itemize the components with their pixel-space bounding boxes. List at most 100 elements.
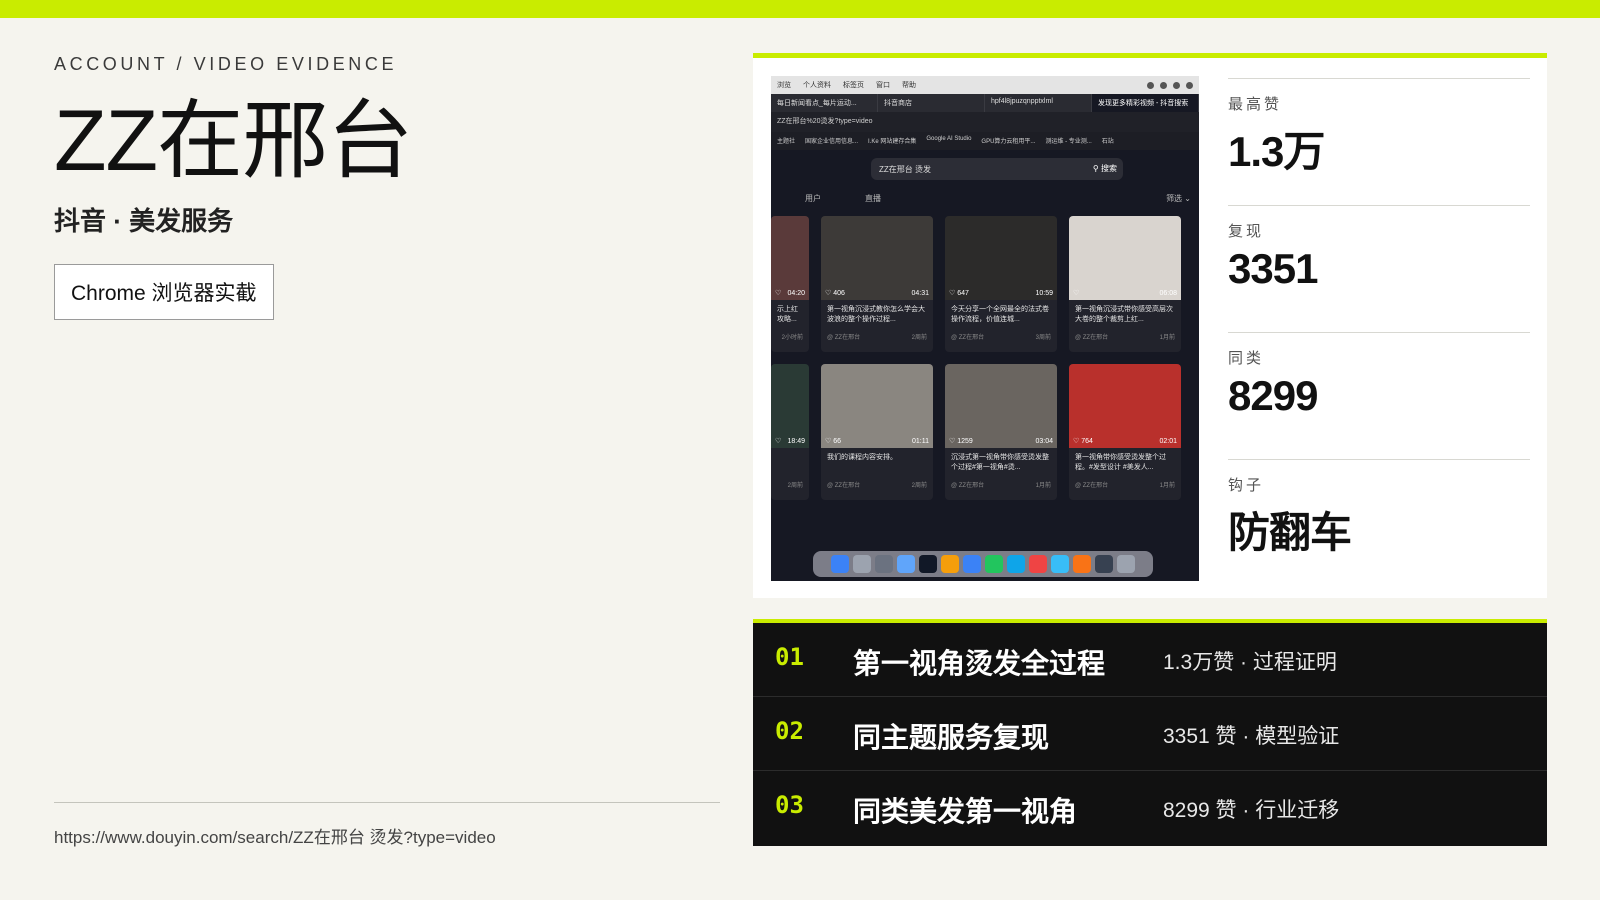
video-meta: @ ZZ在邢台 3周前 <box>945 330 1057 343</box>
dock-app-icon <box>963 555 981 573</box>
row-note: 1.3万赞 · 过程证明 <box>1163 651 1337 674</box>
row-number: 02 <box>775 717 804 745</box>
video-author: @ ZZ在邢台 <box>951 335 985 341</box>
dock-app-icon <box>941 555 959 573</box>
dock-app-icon <box>831 555 849 573</box>
video-card: ♡ 06:08 第一视角沉浸式带你感受高层次大卷的整个裁剪上红... @ ZZ在邢台… <box>1069 216 1181 352</box>
search-button: ⚲ 搜索 <box>1092 164 1117 173</box>
video-caption: 第一视角沉浸式带你感受高层次大卷的整个裁剪上红... <box>1075 306 1173 323</box>
dock-app-icon <box>985 555 1003 573</box>
video-card: ♡ 04:20 示上红 攻略... 2小时前 <box>771 216 809 352</box>
search-query: ZZ在邢台 烫发 <box>879 165 931 174</box>
video-thumbnail: ♡ 06:08 <box>1069 216 1181 300</box>
bookmark-item: 国家企业信用信息... <box>805 139 859 145</box>
video-time: 3周前 <box>1035 335 1051 341</box>
browser-tab: hpf4l8jpuzqnpptxlml <box>985 94 1092 112</box>
video-thumbnail: ♡ 647 10:59 <box>945 216 1057 300</box>
video-thumbnail: ♡ 1259 03:04 <box>945 364 1057 448</box>
metric-label: 复现 <box>1228 223 1265 240</box>
footer-divider <box>54 802 720 803</box>
filter-tab: 用户 <box>805 194 821 203</box>
evidence-list: 01 第一视角烫发全过程 1.3万赞 · 过程证明 02 同主题服务复现 335… <box>753 619 1547 846</box>
video-time: 2周前 <box>911 335 927 341</box>
video-grid: ♡ 04:20 示上红 攻略... 2小时前 ♡ 406 04:31 第一视角沉浸式教你怎… <box>771 216 1199 512</box>
metric-value: 8299 <box>1228 372 1318 419</box>
metric-value: 3351 <box>1228 245 1318 292</box>
os-menu-item: 标签页 <box>843 82 864 89</box>
video-time: 1月前 <box>1159 483 1175 489</box>
video-thumbnail: ♡ 764 02:01 <box>1069 364 1181 448</box>
bookmark-item: 石站 <box>1101 139 1114 145</box>
bookmark-item: 主题社 <box>777 139 796 145</box>
browser-tab-active: 发现更多精彩视频 - 抖音搜索 <box>1092 94 1199 112</box>
video-card: ♡ 1259 03:04 沉浸式第一视角带你感受烫发整个过程#第一视角#烫... @ … <box>945 364 1057 500</box>
bookmarks-bar: 主题社 国家企业信用信息... I.Ke 网站建存合集 Google AI St… <box>771 132 1199 150</box>
video-time: 1月前 <box>1159 335 1175 341</box>
video-row: ♡ 04:20 示上红 攻略... 2小时前 ♡ 406 04:31 第一视角沉浸式教你怎… <box>771 216 1199 352</box>
accent-top-bar <box>0 0 1600 18</box>
row-note: 8299 赞 · 行业迁移 <box>1163 799 1340 822</box>
video-duration: 18:49 <box>787 438 805 445</box>
os-menu-bar: 浏览 个人资料 标签页 窗口 帮助 <box>771 76 1199 94</box>
evidence-row: 03 同类美发第一视角 8299 赞 · 行业迁移 <box>753 771 1547 845</box>
os-menu-item: 窗口 <box>876 82 890 89</box>
video-meta: @ ZZ在邢台 1月前 <box>1069 330 1181 343</box>
bookmark-item: 测运维 - 专业测... <box>1045 139 1092 145</box>
filter-sort: 筛选 ⌄ <box>1166 194 1191 203</box>
like-count: ♡ 66 <box>825 438 842 445</box>
source-badge: Chrome 浏览器实截 <box>54 264 274 320</box>
video-row: ♡ 18:49 2周前 ♡ 66 01:11 我们的课程内容安排。 @ ZZ在邢台 2周前 ♡… <box>771 364 1199 500</box>
video-caption <box>771 448 809 478</box>
video-time: 1月前 <box>1035 483 1051 489</box>
video-author: @ ZZ在邢台 <box>827 335 861 341</box>
address-bar: ZZ在邢台%20烫发?type=video <box>771 112 1199 132</box>
browser-tab: 每日新闻看点_每片运动... <box>771 94 878 112</box>
video-time: 2周前 <box>787 483 803 489</box>
os-menu-item: 浏览 <box>777 82 791 89</box>
video-thumbnail: ♡ 18:49 <box>771 364 809 448</box>
evidence-card: 浏览 个人资料 标签页 窗口 帮助 每日新闻看点_每片运动... 抖音商店 hp… <box>753 53 1547 598</box>
like-count: ♡ 406 <box>825 290 845 297</box>
evidence-row: 01 第一视角烫发全过程 1.3万赞 · 过程证明 <box>753 623 1547 697</box>
video-duration: 06:08 <box>1159 290 1177 297</box>
metric-label: 钩子 <box>1228 477 1265 494</box>
bookmark-item: Google AI Studio <box>926 136 972 142</box>
video-caption: 沉浸式第一视角带你感受烫发整个过程#第一视角#烫... <box>951 454 1049 471</box>
video-author: @ ZZ在邢台 <box>1075 483 1109 489</box>
video-caption: 我们的课程内容安排。 <box>827 454 897 461</box>
video-duration: 04:20 <box>787 290 805 297</box>
status-icon <box>1147 81 1154 89</box>
video-meta: @ ZZ在邢台 1月前 <box>1069 478 1181 491</box>
browser-tab: 抖音商店 <box>878 94 985 112</box>
browser-screenshot: 浏览 个人资料 标签页 窗口 帮助 每日新闻看点_每片运动... 抖音商店 hp… <box>771 76 1199 581</box>
video-meta: @ ZZ在邢台 2周前 <box>821 478 933 491</box>
dock-app-icon <box>897 555 915 573</box>
page-subtitle: 抖音 · 美发服务 <box>54 206 234 236</box>
video-thumbnail: ♡ 66 01:11 <box>821 364 933 448</box>
control-center-icon <box>1186 81 1193 89</box>
video-author: @ ZZ在邢台 <box>951 483 985 489</box>
os-menu-item: 个人资料 <box>803 82 831 89</box>
video-duration: 10:59 <box>1035 290 1053 297</box>
video-caption: 今天分享一个全网最全的法式卷操作流程，价值连城... <box>951 306 1049 323</box>
video-meta: 2周前 <box>771 478 809 491</box>
video-caption: 示上红 攻略... <box>777 306 798 323</box>
filter-tab: 直播 <box>865 194 881 203</box>
bookmark-item: I.Ke 网站建存合集 <box>868 139 917 145</box>
row-title: 同类美发第一视角 <box>853 796 1078 827</box>
os-menu-item: 帮助 <box>902 82 916 89</box>
dock-app-icon <box>1095 555 1113 573</box>
row-title: 同主题服务复现 <box>853 722 1050 753</box>
dock-app-icon <box>1051 555 1069 573</box>
video-duration: 02:01 <box>1159 438 1177 445</box>
dock-app-icon <box>875 555 893 573</box>
like-count: ♡ <box>1073 290 1080 297</box>
video-duration: 03:04 <box>1035 438 1053 445</box>
video-duration: 01:11 <box>912 438 929 445</box>
video-meta: @ ZZ在邢台 1月前 <box>945 478 1057 491</box>
metric-top-likes: 最高赞 1.3万 <box>1228 78 1530 205</box>
video-time: 2周前 <box>911 483 927 489</box>
bluetooth-icon <box>1173 81 1180 89</box>
like-count: ♡ 647 <box>949 290 969 297</box>
dock-app-icon <box>1007 555 1025 573</box>
